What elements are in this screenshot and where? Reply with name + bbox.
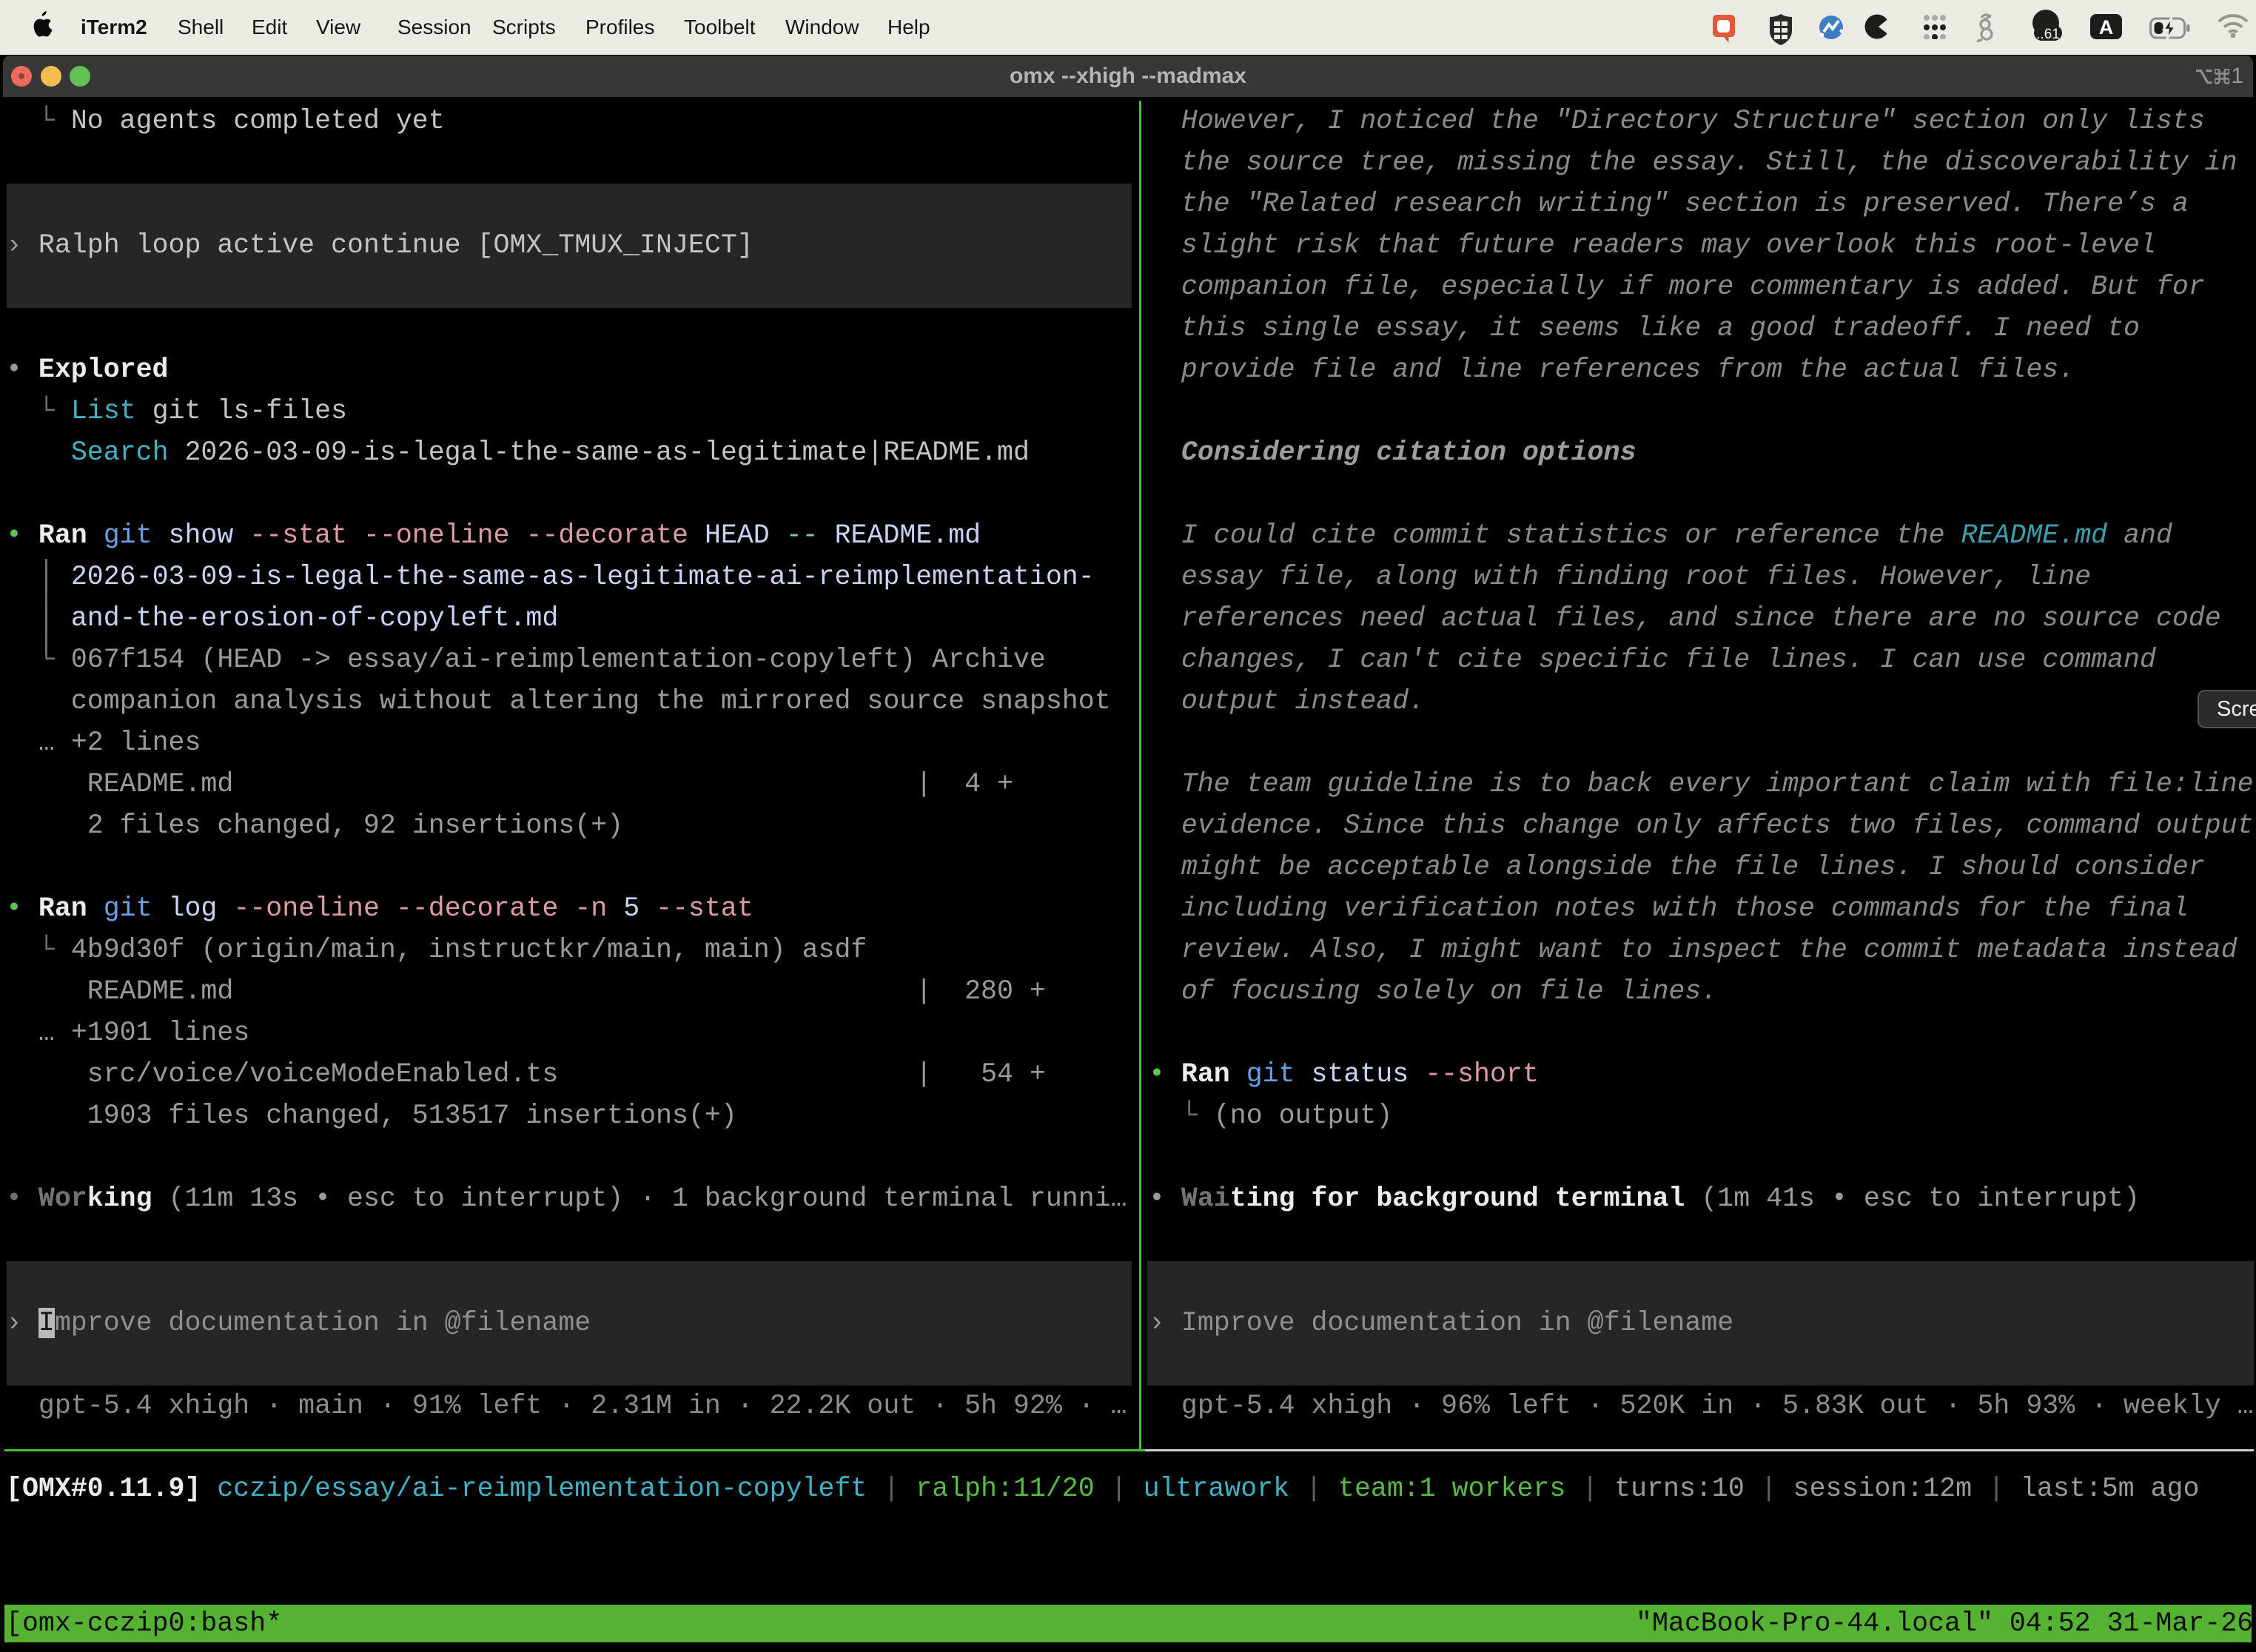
- svg-text:..61: ..61: [2036, 27, 2060, 41]
- svg-text:A: A: [2099, 16, 2114, 38]
